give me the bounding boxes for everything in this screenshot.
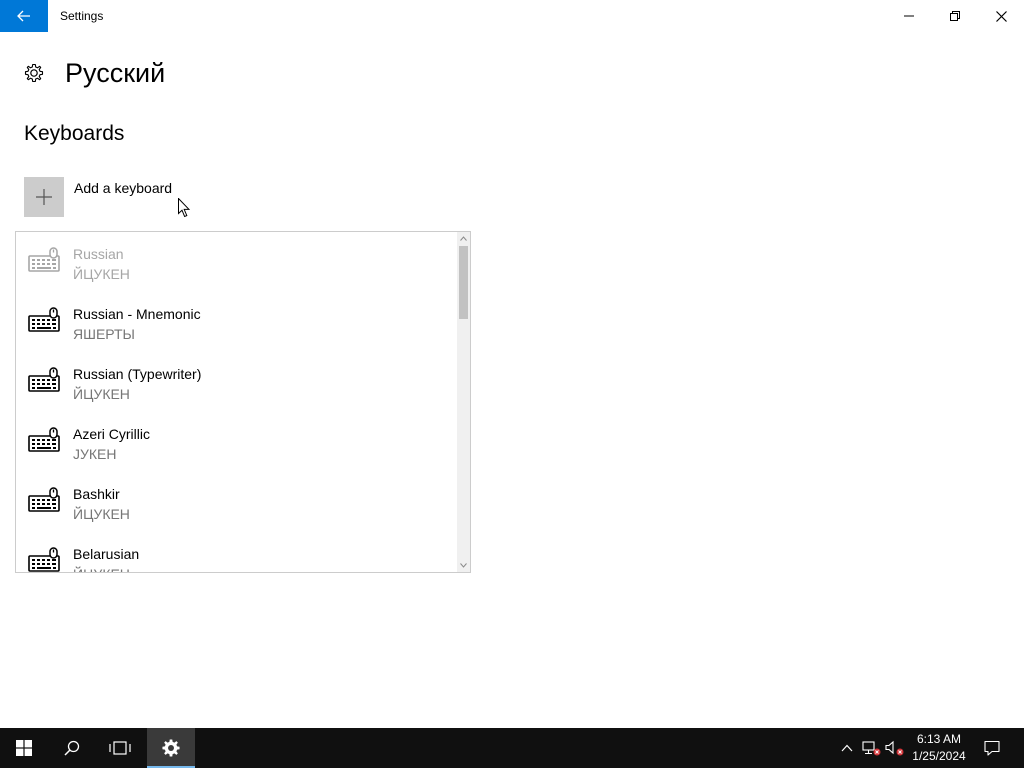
scroll-up-arrow-icon (460, 236, 467, 241)
page-title: Русский (65, 58, 166, 88)
network-tray-button[interactable] (860, 728, 884, 768)
taskbar-settings-app[interactable] (147, 728, 195, 768)
keyboard-list-item[interactable]: Russian (Typewriter) ЙЦУКЕН (16, 352, 456, 412)
keyboard-item-text: Azeri Cyrillic ЈУКЕН (73, 424, 150, 464)
chevron-up-icon (841, 744, 853, 752)
scroll-up-button[interactable] (457, 232, 470, 245)
keyboard-layout-name: ЙЦУКЕН (73, 506, 130, 522)
keyboard-icon-graphic (28, 307, 60, 332)
keyboard-list-scrollbar[interactable] (457, 232, 470, 572)
title-bar: Settings (0, 0, 1024, 32)
keyboard-icon-graphic (28, 547, 60, 572)
search-button[interactable] (48, 728, 96, 768)
action-center-button[interactable] (976, 728, 1008, 768)
keyboard-list-item[interactable]: Bashkir ЙЦУКЕН (16, 472, 456, 532)
keyboard-name: Russian - Mnemonic (73, 306, 201, 322)
scroll-thumb[interactable] (459, 246, 468, 319)
keyboard-name: Azeri Cyrillic (73, 426, 150, 442)
keyboard-list-item[interactable]: Azeri Cyrillic ЈУКЕН (16, 412, 456, 472)
keyboard-name: Bashkir (73, 486, 120, 502)
scroll-down-button[interactable] (457, 559, 470, 572)
search-icon (64, 740, 80, 756)
scroll-down-arrow-icon (460, 563, 467, 568)
volume-tray-button[interactable] (884, 728, 906, 768)
keyboard-layout-name: ЙЦУКЕН (73, 266, 130, 282)
back-arrow-icon (17, 10, 30, 22)
network-icon (862, 741, 881, 756)
keyboard-name: Russian (Typewriter) (73, 366, 202, 382)
keyboard-layout-name: ЈУКЕН (73, 446, 117, 462)
keyboard-layout-name: ЙЦУКЕН (73, 386, 130, 402)
restore-icon (950, 11, 960, 21)
keyboard-list-item: Russian ЙЦУКЕН (16, 232, 456, 292)
window-title: Settings (60, 9, 104, 23)
show-hidden-icons-button[interactable] (838, 728, 856, 768)
settings-icon (162, 739, 180, 757)
keyboard-list-item[interactable]: Belarusian ЙЦУКЕН (16, 532, 456, 572)
keyboard-name: Russian (73, 246, 124, 262)
add-keyboard-button[interactable]: Add a keyboard (24, 177, 172, 217)
settings-window: Settings Русский Keyboards Add a keyboar… (0, 0, 1024, 728)
close-button[interactable] (978, 0, 1024, 32)
keyboard-layout-name: ЯШЕРТЫ (73, 326, 135, 342)
keyboard-list-flyout[interactable]: Russian ЙЦУКЕН Russian - Mnemonic ЯШЕРТЫ Rus… (15, 231, 471, 573)
task-view-button[interactable] (96, 728, 144, 768)
keyboard-icon (28, 547, 62, 572)
keyboard-list-item[interactable]: Russian - Mnemonic ЯШЕРТЫ (16, 292, 456, 352)
keyboard-icon-graphic (28, 487, 60, 512)
add-keyboard-plus-box (24, 177, 64, 217)
keyboard-icon (28, 247, 62, 273)
clock-time: 6:13 AM (916, 732, 962, 746)
windows-logo-icon (16, 740, 32, 756)
keyboard-item-text: Russian - Mnemonic ЯШЕРТЫ (73, 304, 201, 344)
keyboard-item-text: Russian ЙЦУКЕН (73, 244, 130, 284)
start-button[interactable] (0, 728, 48, 768)
keyboard-icon-graphic (28, 427, 60, 452)
keyboard-icon (28, 427, 62, 453)
keyboard-icon (28, 367, 62, 393)
plus-icon (36, 189, 52, 205)
volume-muted-icon (885, 740, 904, 756)
keyboard-item-text: Russian (Typewriter) ЙЦУКЕН (73, 364, 201, 404)
section-title-keyboards: Keyboards (24, 122, 125, 145)
minimize-icon (904, 15, 914, 17)
task-view-icon (109, 741, 131, 755)
close-icon (995, 10, 1007, 22)
back-button[interactable] (0, 0, 48, 32)
restore-button[interactable] (932, 0, 978, 32)
page-header: Русский (24, 58, 165, 88)
keyboard-icon (28, 307, 62, 333)
keyboard-list: Russian ЙЦУКЕН Russian - Mnemonic ЯШЕРТЫ Rus… (16, 232, 456, 572)
mouse-pointer-icon (178, 198, 190, 218)
keyboard-layout-name: ЙЦУКЕН (73, 564, 139, 572)
taskbar: 6:13 AM 1/25/2024 (0, 728, 1024, 768)
taskbar-clock[interactable]: 6:13 AM 1/25/2024 (908, 731, 970, 765)
keyboard-icon-graphic (28, 367, 60, 392)
keyboard-icon-graphic (28, 247, 60, 272)
add-keyboard-label: Add a keyboard (74, 180, 173, 196)
keyboard-item-text: Belarusian ЙЦУКЕН (73, 544, 140, 572)
keyboard-icon (28, 487, 62, 513)
minimize-button[interactable] (886, 0, 932, 32)
clock-date: 1/25/2024 (912, 749, 966, 763)
notification-icon (984, 740, 1000, 756)
keyboard-name: Belarusian (73, 546, 140, 562)
keyboard-item-text: Bashkir ЙЦУКЕН (73, 484, 130, 524)
gear-icon (24, 63, 44, 83)
